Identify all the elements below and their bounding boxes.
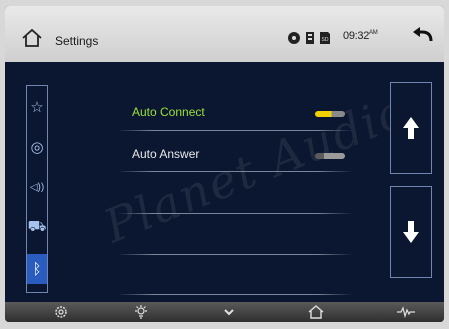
sd-card-label: SD	[322, 37, 329, 43]
sidebar-item-disc[interactable]: ◎	[27, 132, 47, 162]
sidebar-item-bluetooth[interactable]: ᛒ	[27, 254, 47, 284]
nav-collapse[interactable]	[219, 304, 239, 320]
brightness-icon	[135, 305, 147, 319]
scroll-down-button[interactable]	[390, 186, 432, 278]
page-title: Settings	[55, 34, 99, 48]
usb-icon	[306, 32, 314, 44]
gear-icon	[55, 306, 67, 318]
auto-connect-label: Auto Connect	[132, 105, 205, 119]
arrow-up-icon	[403, 117, 419, 139]
divider	[117, 171, 353, 172]
divider	[117, 254, 353, 255]
car-icon: ⛟	[27, 217, 47, 235]
sd-card-icon: SD	[320, 32, 330, 44]
back-icon[interactable]	[411, 26, 435, 46]
home-icon	[308, 305, 324, 319]
status-icons: SD	[287, 31, 331, 45]
scroll-up-button[interactable]	[390, 82, 432, 174]
settings-screen: Settings SD 09:32AM Planet Audio ☆ ◎ ◁))…	[5, 6, 444, 322]
home-icon[interactable]	[21, 28, 43, 48]
sidebar-item-vehicle[interactable]: ⛟	[27, 212, 47, 242]
sidebar: ☆ ◎ ◁)) ⛟ ᛒ	[26, 85, 48, 293]
nav-home[interactable]	[306, 304, 326, 320]
nav-brightness[interactable]	[131, 304, 151, 320]
chevron-down-icon	[224, 309, 234, 316]
nav-equalizer[interactable]	[396, 304, 416, 320]
disc-icon: ◎	[30, 139, 44, 156]
nav-settings[interactable]	[51, 304, 71, 320]
bottom-nav	[5, 302, 444, 322]
disc-icon	[288, 32, 300, 44]
clock-time: 09:32	[343, 30, 370, 42]
divider	[117, 213, 353, 214]
clock: 09:32AM	[343, 30, 385, 48]
auto-answer-toggle[interactable]	[315, 153, 345, 159]
sidebar-item-favorites[interactable]: ☆	[27, 92, 47, 122]
clock-suffix: AM	[369, 30, 378, 36]
auto-answer-label: Auto Answer	[132, 147, 200, 161]
divider	[117, 294, 353, 295]
header-bar: Settings SD 09:32AM	[5, 6, 444, 62]
auto-connect-toggle[interactable]	[315, 111, 345, 117]
bluetooth-icon: ᛒ	[32, 260, 42, 278]
sidebar-item-audio[interactable]: ◁))	[27, 172, 47, 202]
speaker-icon: ◁))	[29, 181, 45, 193]
divider	[117, 130, 353, 131]
arrow-down-icon	[403, 221, 419, 243]
equalizer-icon	[397, 306, 415, 318]
star-icon: ☆	[30, 99, 44, 116]
